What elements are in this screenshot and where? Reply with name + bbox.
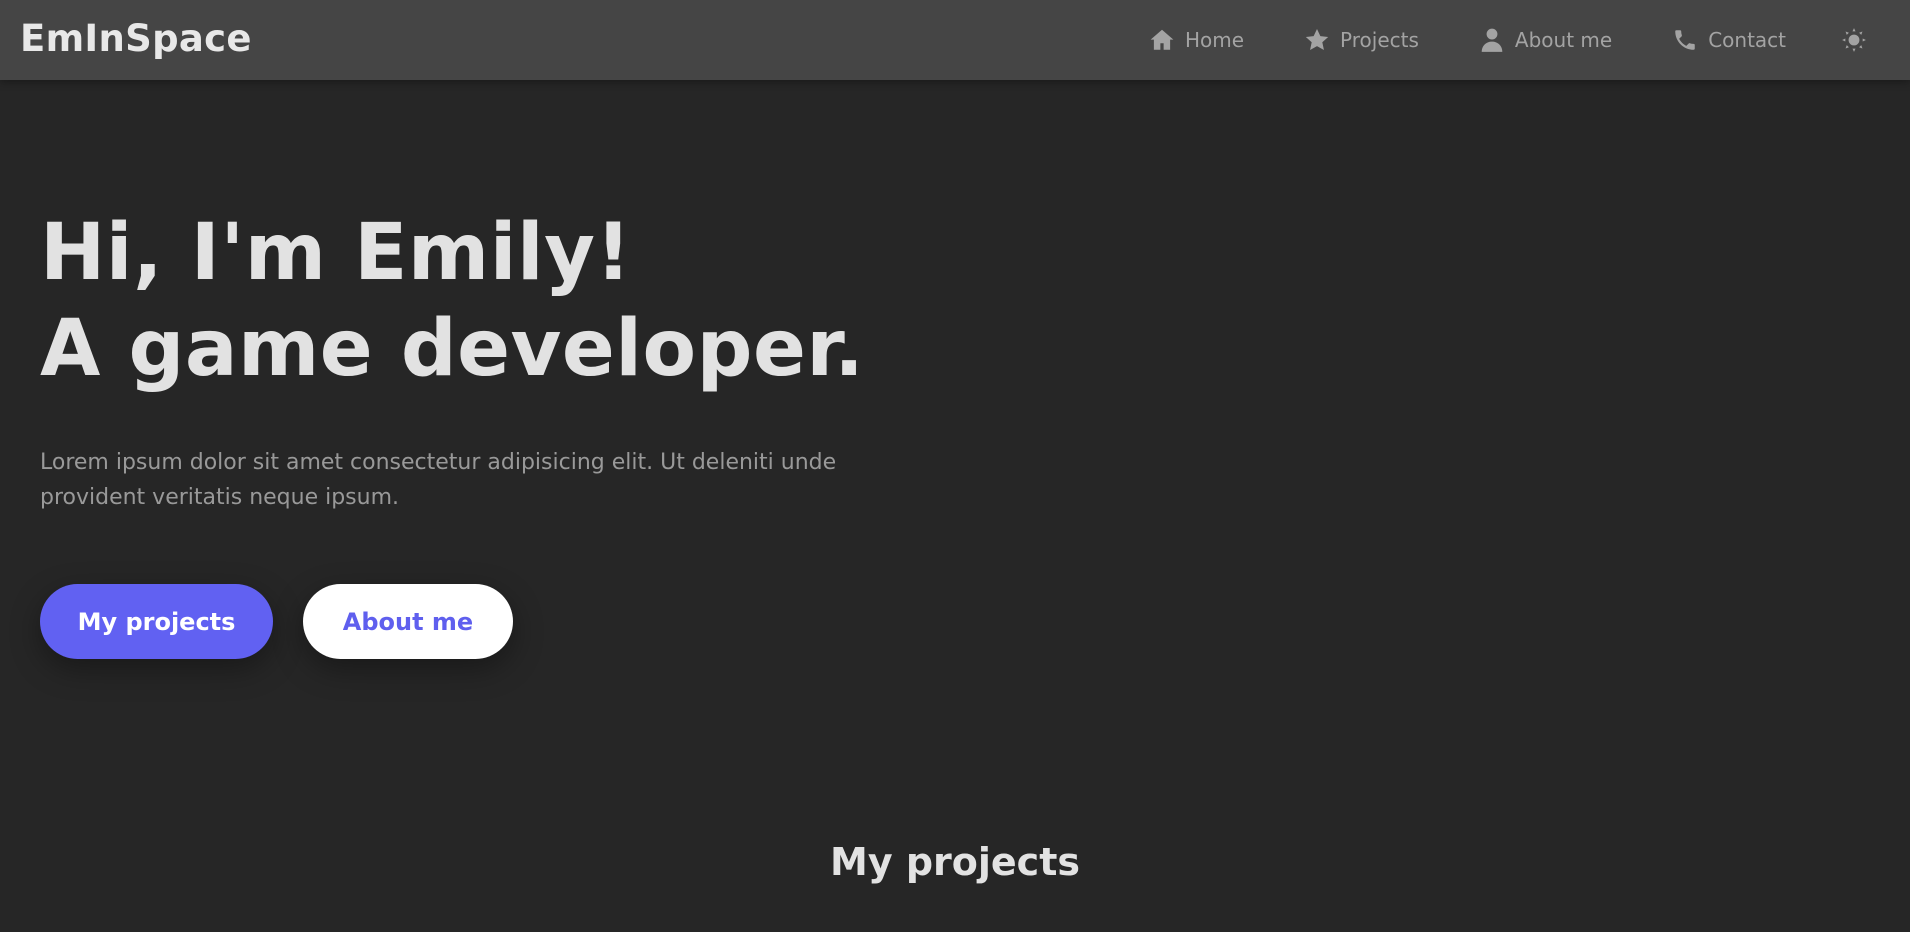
user-icon bbox=[1479, 27, 1505, 53]
nav-item-label: Contact bbox=[1708, 28, 1786, 52]
hero-description: Lorem ipsum dolor sit amet consectetur a… bbox=[40, 450, 837, 510]
hero-title-line-2: A game developer. bbox=[40, 304, 865, 394]
nav-item-projects[interactable]: Projects bbox=[1304, 27, 1419, 53]
nav-item-home[interactable]: Home bbox=[1149, 27, 1244, 53]
theme-toggle-button[interactable] bbox=[1840, 26, 1868, 54]
phone-icon bbox=[1672, 27, 1698, 53]
nav-item-about[interactable]: About me bbox=[1479, 27, 1612, 53]
hero-title: Hi, I'm Emily! A game developer. bbox=[40, 205, 1040, 397]
nav-item-contact[interactable]: Contact bbox=[1672, 27, 1786, 53]
navbar: EmInSpace Home Projects About me Contact bbox=[0, 0, 1910, 80]
brand-logo[interactable]: EmInSpace bbox=[20, 17, 252, 61]
nav-item-label: Home bbox=[1184, 28, 1245, 52]
my-projects-button[interactable]: My projects bbox=[40, 584, 273, 659]
nav-item-label: About me bbox=[1514, 28, 1613, 52]
about-me-button[interactable]: About me bbox=[303, 584, 513, 659]
sun-icon bbox=[1842, 28, 1866, 52]
nav-links: Home Projects About me Contact bbox=[1149, 0, 1910, 80]
nav-item-label: Projects bbox=[1340, 28, 1419, 52]
home-icon bbox=[1149, 27, 1175, 53]
hero-title-line-1: Hi, I'm Emily! bbox=[40, 208, 632, 298]
hero-section: Hi, I'm Emily! A game developer. Lorem i… bbox=[40, 205, 1040, 515]
projects-section-title: My projects bbox=[830, 840, 1080, 884]
hero-buttons: My projects About me bbox=[40, 584, 513, 659]
star-icon bbox=[1304, 27, 1330, 53]
